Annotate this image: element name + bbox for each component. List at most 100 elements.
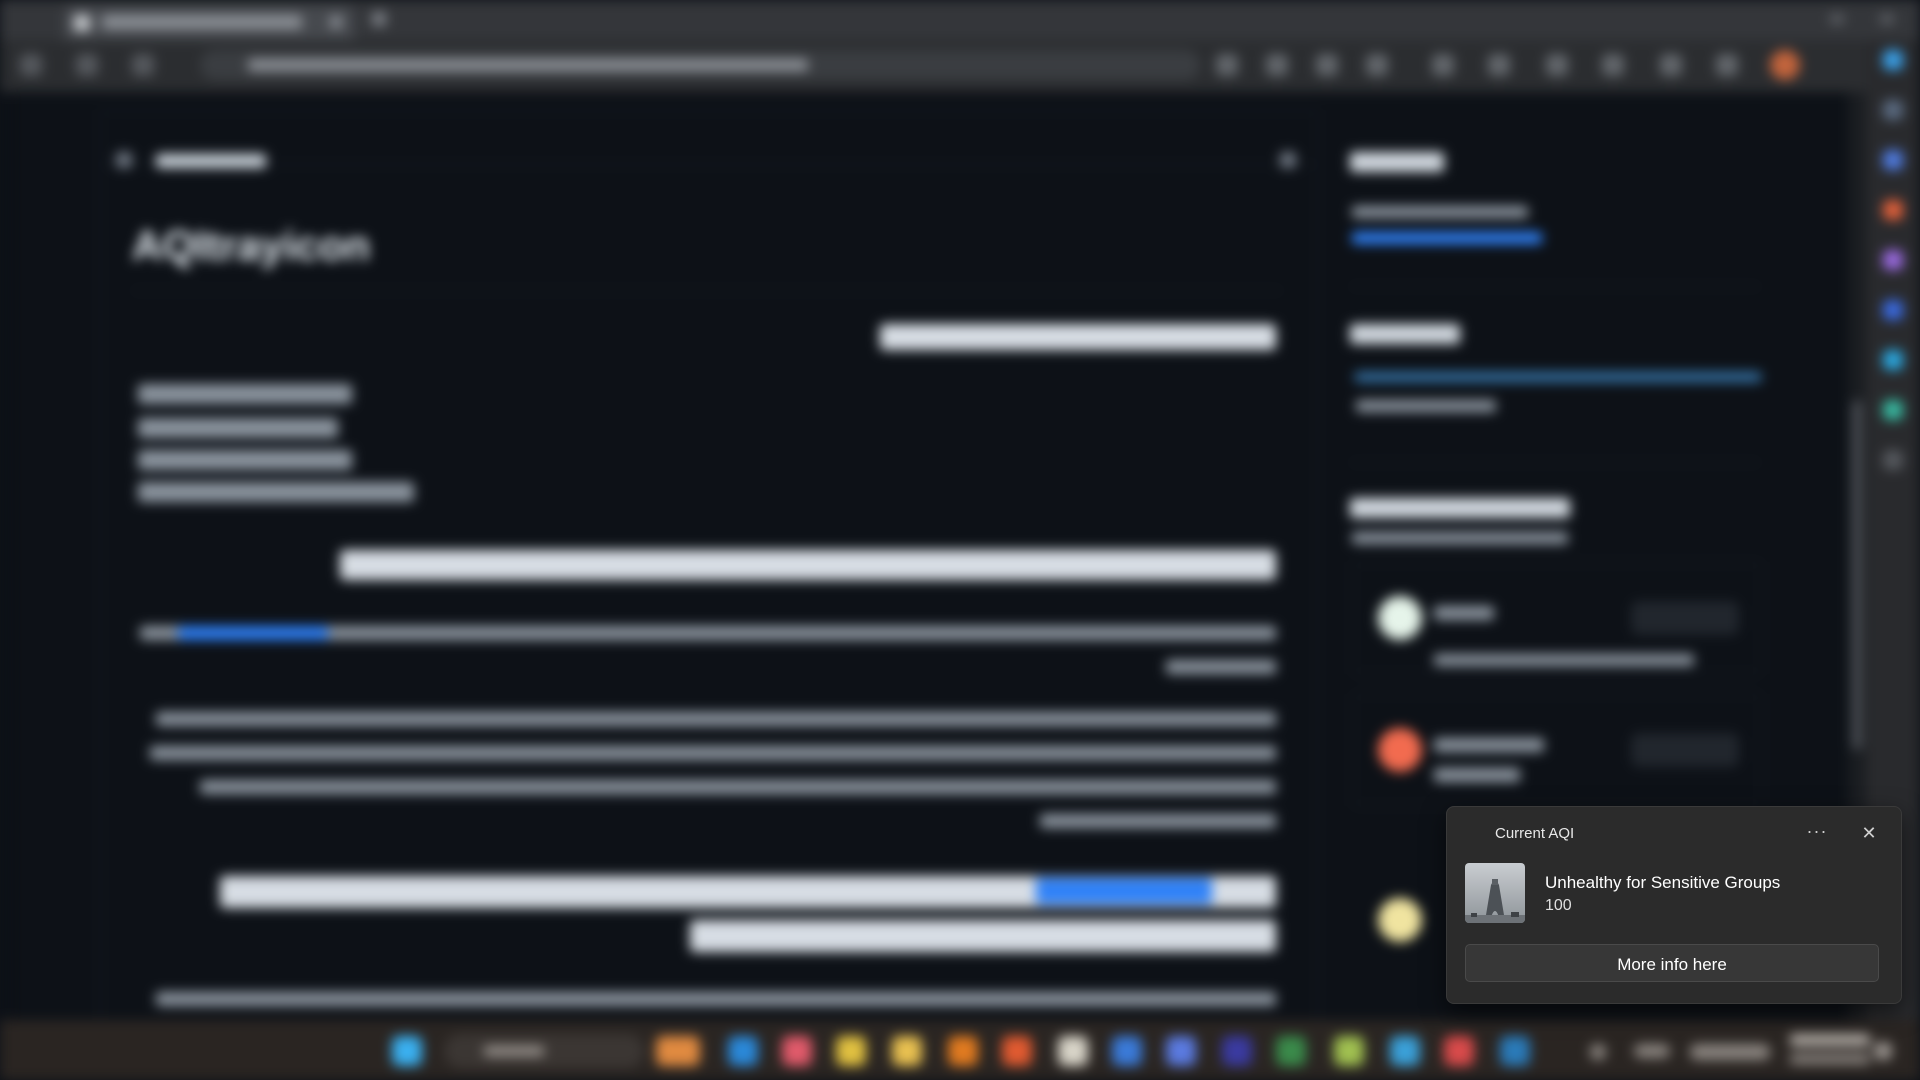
- start-icon[interactable]: [392, 1036, 422, 1066]
- link-text[interactable]: [178, 626, 328, 640]
- clock-time[interactable]: [1790, 1034, 1870, 1046]
- vlc-icon[interactable]: [948, 1036, 978, 1066]
- notes-icon[interactable]: [1058, 1036, 1088, 1066]
- vscode-icon[interactable]: [1112, 1036, 1142, 1066]
- collections-icon[interactable]: [1546, 54, 1568, 76]
- home-icon[interactable]: [132, 54, 154, 76]
- clock-date[interactable]: [1790, 1054, 1870, 1064]
- new-tab-icon[interactable]: [372, 12, 386, 26]
- back-icon[interactable]: [20, 54, 42, 76]
- divider: [132, 290, 1282, 291]
- outlook-icon[interactable]: [1883, 300, 1903, 320]
- more-info-button[interactable]: More info here: [1465, 944, 1879, 982]
- scrollbar-thumb[interactable]: [1852, 400, 1862, 750]
- minimize-icon[interactable]: [1830, 14, 1844, 24]
- edge-icon[interactable]: [728, 1036, 758, 1066]
- aqi-category: Unhealthy for Sensitive Groups: [1545, 873, 1781, 892]
- workflow-name: [1434, 768, 1520, 782]
- address-bar[interactable]: [200, 50, 1200, 80]
- browser-tab[interactable]: [64, 6, 354, 40]
- readme-heading: [340, 550, 1276, 580]
- readme-label: [156, 154, 266, 168]
- refresh-icon[interactable]: [76, 54, 98, 76]
- games-icon[interactable]: [1883, 250, 1903, 270]
- paragraph-line: [200, 780, 1276, 794]
- workflow-name: [1434, 606, 1494, 620]
- readme-header: [100, 110, 1316, 165]
- publish-package-link[interactable]: [1352, 232, 1542, 244]
- sidebar-text: [1352, 532, 1568, 544]
- extension-icon[interactable]: [1366, 54, 1388, 76]
- packages-heading: [1350, 152, 1444, 172]
- workflow-name: [1434, 738, 1544, 752]
- edit-pencil-icon[interactable]: [1280, 152, 1296, 168]
- tools-icon[interactable]: [1883, 150, 1903, 170]
- office-icon[interactable]: [1883, 200, 1903, 220]
- app-icon[interactable]: [1002, 1036, 1032, 1066]
- copilot-icon[interactable]: [1883, 50, 1903, 70]
- python-icon: [1378, 898, 1422, 942]
- list-icon[interactable]: [116, 152, 132, 168]
- close-icon[interactable]: ✕: [1853, 817, 1885, 849]
- search-icon[interactable]: [1883, 100, 1903, 120]
- favorite-icon[interactable]: [1266, 54, 1288, 76]
- link-text[interactable]: [1036, 878, 1212, 904]
- app-icon[interactable]: [1444, 1036, 1474, 1066]
- tab-close-icon[interactable]: [330, 16, 342, 28]
- django-icon: [1378, 596, 1422, 640]
- paragraph-line: [1040, 814, 1276, 828]
- divider: [1350, 462, 1760, 463]
- readme-heading: [880, 324, 1276, 350]
- app-icon[interactable]: [1883, 400, 1903, 420]
- language-bar: [1354, 372, 1762, 382]
- url-text: [248, 59, 808, 71]
- extension-icon[interactable]: [1432, 54, 1454, 76]
- notification-icon[interactable]: [1874, 1042, 1892, 1060]
- read-aloud-icon[interactable]: [1216, 54, 1238, 76]
- extension-icon[interactable]: [1488, 54, 1510, 76]
- app-icon[interactable]: [1276, 1036, 1306, 1066]
- extension-icon[interactable]: [1660, 54, 1682, 76]
- close-window-icon[interactable]: [1880, 14, 1894, 24]
- configure-button[interactable]: [1632, 734, 1738, 766]
- github-favicon-icon: [74, 15, 90, 31]
- aqi-notification-toast[interactable]: Current AQI ··· ✕ Unhealthy for Sensitiv…: [1446, 806, 1902, 1004]
- toast-app-name: Current AQI: [1495, 825, 1575, 842]
- app-icon[interactable]: [1166, 1036, 1196, 1066]
- taskbar-search[interactable]: [444, 1034, 644, 1068]
- configure-button[interactable]: [1632, 602, 1738, 634]
- avatar[interactable]: [1770, 50, 1800, 80]
- azadi-tower-thumbnail-icon: [1465, 863, 1525, 923]
- paragraph-line: [156, 712, 1276, 726]
- search-text: [484, 1046, 544, 1056]
- extension-icon[interactable]: [1316, 54, 1338, 76]
- workflow-icon: [1378, 728, 1422, 772]
- languages-heading: [1350, 324, 1460, 344]
- app-icon[interactable]: [1222, 1036, 1252, 1066]
- extension-icon[interactable]: [1716, 54, 1738, 76]
- app-icon[interactable]: [782, 1036, 812, 1066]
- system-tray-icons[interactable]: [1690, 1044, 1770, 1060]
- add-icon[interactable]: [1883, 450, 1903, 470]
- tab-title: [102, 15, 302, 29]
- code-line: [138, 450, 352, 470]
- extension-icon[interactable]: [1602, 54, 1624, 76]
- drop-icon[interactable]: [1883, 350, 1903, 370]
- aqi-value: 100: [1545, 897, 1572, 914]
- suggested-workflows-heading: [1350, 498, 1570, 518]
- terminal-icon[interactable]: [1500, 1036, 1530, 1066]
- widgets-icon[interactable]: [656, 1036, 700, 1066]
- file-explorer-icon[interactable]: [892, 1036, 922, 1066]
- chevron-up-icon[interactable]: [1590, 1044, 1606, 1060]
- more-options-icon[interactable]: ···: [1801, 817, 1833, 849]
- paragraph-line: [1166, 660, 1276, 674]
- workflow-desc: [1434, 654, 1694, 666]
- app-icon[interactable]: [1390, 1036, 1420, 1066]
- code-line: [138, 482, 414, 502]
- language-indicator[interactable]: [1634, 1044, 1670, 1058]
- app-icon[interactable]: [1334, 1036, 1364, 1066]
- sidebar-text: [1352, 206, 1528, 218]
- divider: [1350, 286, 1760, 287]
- language-label: [1356, 400, 1496, 412]
- chrome-icon[interactable]: [836, 1036, 866, 1066]
